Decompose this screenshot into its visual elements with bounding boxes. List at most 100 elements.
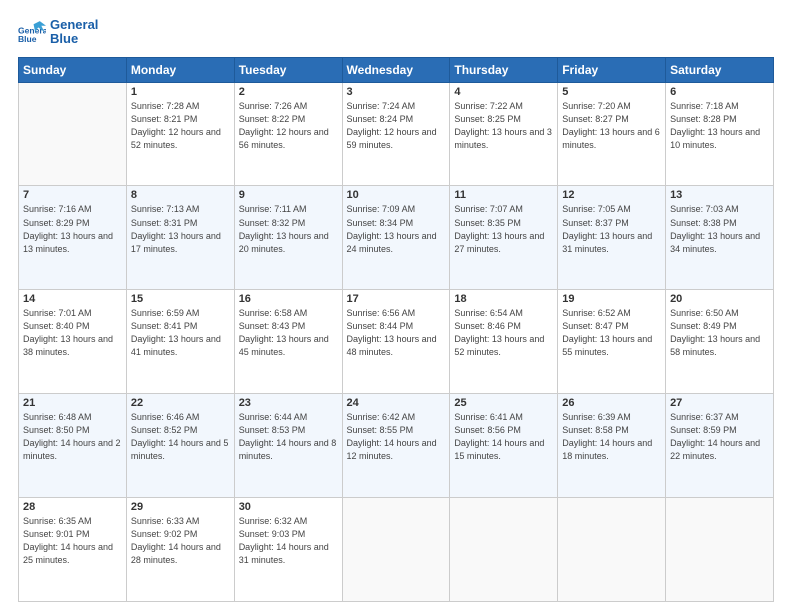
- day-number: 15: [131, 293, 230, 305]
- calendar-cell: 29Sunrise: 6:33 AMSunset: 9:02 PMDayligh…: [126, 498, 234, 602]
- col-header-thursday: Thursday: [450, 57, 558, 82]
- day-number: 7: [23, 189, 122, 201]
- day-info: Sunrise: 7:28 AMSunset: 8:21 PMDaylight:…: [131, 100, 230, 152]
- day-info: Sunrise: 7:07 AMSunset: 8:35 PMDaylight:…: [454, 203, 553, 255]
- day-info: Sunrise: 6:39 AMSunset: 8:58 PMDaylight:…: [562, 411, 661, 463]
- day-info: Sunrise: 7:01 AMSunset: 8:40 PMDaylight:…: [23, 307, 122, 359]
- calendar-cell: 16 Sunrise: 6:58 AMSunset: 8:43 PMDayligh…: [234, 290, 342, 394]
- day-info: Sunrise: 7:20 AMSunset: 8:27 PMDaylight:…: [562, 100, 661, 152]
- header: General Blue General Blue: [18, 18, 774, 47]
- day-info: Sunrise: 6:54 AMSunset: 8:46 PMDaylight:…: [454, 307, 553, 359]
- day-number: 2: [239, 86, 338, 98]
- calendar-cell: 17Sunrise: 6:56 AMSunset: 8:44 PMDayligh…: [342, 290, 450, 394]
- calendar-cell: 15 Sunrise: 6:59 AMSunset: 8:41 PMDayligh…: [126, 290, 234, 394]
- day-info: Sunrise: 7:13 AMSunset: 8:31 PMDaylight:…: [131, 203, 230, 255]
- day-number: 9: [239, 189, 338, 201]
- day-number: 16: [239, 293, 338, 305]
- day-info: Sunrise: 7:16 AMSunset: 8:29 PMDaylight:…: [23, 203, 122, 255]
- day-info: Sunrise: 7:09 AMSunset: 8:34 PMDaylight:…: [347, 203, 446, 255]
- calendar-cell: [666, 498, 774, 602]
- day-number: 13: [670, 189, 769, 201]
- day-number: 18: [454, 293, 553, 305]
- calendar-cell: 14Sunrise: 7:01 AMSunset: 8:40 PMDayligh…: [19, 290, 127, 394]
- logo-icon: General Blue: [18, 18, 46, 46]
- day-number: 20: [670, 293, 769, 305]
- svg-text:Blue: Blue: [18, 34, 37, 44]
- day-info: Sunrise: 6:58 AMSunset: 8:43 PMDaylight:…: [239, 307, 338, 359]
- day-number: 8: [131, 189, 230, 201]
- day-info: Sunrise: 6:50 AMSunset: 8:49 PMDaylight:…: [670, 307, 769, 359]
- day-info: Sunrise: 7:03 AMSunset: 8:38 PMDaylight:…: [670, 203, 769, 255]
- calendar-cell: 12 Sunrise: 7:05 AMSunset: 8:37 PMDayligh…: [558, 186, 666, 290]
- day-info: Sunrise: 7:05 AMSunset: 8:37 PMDaylight:…: [562, 203, 661, 255]
- calendar-cell: 5 Sunrise: 7:20 AMSunset: 8:27 PMDaylight…: [558, 82, 666, 186]
- day-number: 17: [347, 293, 446, 305]
- day-info: Sunrise: 6:46 AMSunset: 8:52 PMDaylight:…: [131, 411, 230, 463]
- calendar-cell: 3 Sunrise: 7:24 AMSunset: 8:24 PMDaylight…: [342, 82, 450, 186]
- calendar-week-5: 28 Sunrise: 6:35 AMSunset: 9:01 PMDayligh…: [19, 498, 774, 602]
- day-number: 27: [670, 397, 769, 409]
- calendar-cell: 19 Sunrise: 6:52 AMSunset: 8:47 PMDayligh…: [558, 290, 666, 394]
- logo-blue: Blue: [50, 32, 98, 46]
- day-number: 3: [347, 86, 446, 98]
- calendar-cell: 4 Sunrise: 7:22 AMSunset: 8:25 PMDaylight…: [450, 82, 558, 186]
- day-number: 28: [23, 501, 122, 513]
- day-info: Sunrise: 7:24 AMSunset: 8:24 PMDaylight:…: [347, 100, 446, 152]
- calendar-cell: 11Sunrise: 7:07 AMSunset: 8:35 PMDayligh…: [450, 186, 558, 290]
- calendar-table: SundayMondayTuesdayWednesdayThursdayFrid…: [18, 57, 774, 602]
- calendar-week-3: 14Sunrise: 7:01 AMSunset: 8:40 PMDayligh…: [19, 290, 774, 394]
- col-header-friday: Friday: [558, 57, 666, 82]
- calendar-week-4: 21 Sunrise: 6:48 AMSunset: 8:50 PMDayligh…: [19, 394, 774, 498]
- calendar-cell: [558, 498, 666, 602]
- calendar-cell: 23 Sunrise: 6:44 AMSunset: 8:53 PMDayligh…: [234, 394, 342, 498]
- day-number: 22: [131, 397, 230, 409]
- day-info: Sunrise: 7:22 AMSunset: 8:25 PMDaylight:…: [454, 100, 553, 152]
- calendar-week-2: 7 Sunrise: 7:16 AMSunset: 8:29 PMDaylight…: [19, 186, 774, 290]
- day-number: 21: [23, 397, 122, 409]
- day-number: 10: [347, 189, 446, 201]
- logo-general: General: [50, 18, 98, 32]
- day-info: Sunrise: 6:48 AMSunset: 8:50 PMDaylight:…: [23, 411, 122, 463]
- day-info: Sunrise: 7:18 AMSunset: 8:28 PMDaylight:…: [670, 100, 769, 152]
- day-number: 4: [454, 86, 553, 98]
- day-number: 1: [131, 86, 230, 98]
- calendar-cell: 20 Sunrise: 6:50 AMSunset: 8:49 PMDayligh…: [666, 290, 774, 394]
- day-number: 5: [562, 86, 661, 98]
- day-number: 29: [131, 501, 230, 513]
- calendar-header-row: SundayMondayTuesdayWednesdayThursdayFrid…: [19, 57, 774, 82]
- calendar-cell: 27 Sunrise: 6:37 AMSunset: 8:59 PMDayligh…: [666, 394, 774, 498]
- day-number: 30: [239, 501, 338, 513]
- day-number: 23: [239, 397, 338, 409]
- day-number: 26: [562, 397, 661, 409]
- calendar-cell: 7 Sunrise: 7:16 AMSunset: 8:29 PMDaylight…: [19, 186, 127, 290]
- day-info: Sunrise: 6:32 AMSunset: 9:03 PMDaylight:…: [239, 515, 338, 567]
- logo: General Blue General Blue: [18, 18, 98, 47]
- day-number: 19: [562, 293, 661, 305]
- calendar-cell: 13 Sunrise: 7:03 AMSunset: 8:38 PMDayligh…: [666, 186, 774, 290]
- day-info: Sunrise: 6:37 AMSunset: 8:59 PMDaylight:…: [670, 411, 769, 463]
- day-info: Sunrise: 6:52 AMSunset: 8:47 PMDaylight:…: [562, 307, 661, 359]
- calendar-cell: 28 Sunrise: 6:35 AMSunset: 9:01 PMDayligh…: [19, 498, 127, 602]
- day-number: 24: [347, 397, 446, 409]
- col-header-wednesday: Wednesday: [342, 57, 450, 82]
- calendar-cell: 30 Sunrise: 6:32 AMSunset: 9:03 PMDayligh…: [234, 498, 342, 602]
- day-info: Sunrise: 7:26 AMSunset: 8:22 PMDaylight:…: [239, 100, 338, 152]
- calendar-cell: 22 Sunrise: 6:46 AMSunset: 8:52 PMDayligh…: [126, 394, 234, 498]
- calendar-cell: 1 Sunrise: 7:28 AMSunset: 8:21 PMDaylight…: [126, 82, 234, 186]
- day-info: Sunrise: 6:35 AMSunset: 9:01 PMDaylight:…: [23, 515, 122, 567]
- col-header-monday: Monday: [126, 57, 234, 82]
- calendar-cell: 25Sunrise: 6:41 AMSunset: 8:56 PMDayligh…: [450, 394, 558, 498]
- day-number: 6: [670, 86, 769, 98]
- calendar-cell: 26 Sunrise: 6:39 AMSunset: 8:58 PMDayligh…: [558, 394, 666, 498]
- calendar-week-1: 1 Sunrise: 7:28 AMSunset: 8:21 PMDaylight…: [19, 82, 774, 186]
- calendar-cell: [342, 498, 450, 602]
- calendar-cell: 18 Sunrise: 6:54 AMSunset: 8:46 PMDayligh…: [450, 290, 558, 394]
- calendar-cell: 21 Sunrise: 6:48 AMSunset: 8:50 PMDayligh…: [19, 394, 127, 498]
- day-info: Sunrise: 6:41 AMSunset: 8:56 PMDaylight:…: [454, 411, 553, 463]
- day-number: 12: [562, 189, 661, 201]
- day-info: Sunrise: 6:44 AMSunset: 8:53 PMDaylight:…: [239, 411, 338, 463]
- day-info: Sunrise: 6:59 AMSunset: 8:41 PMDaylight:…: [131, 307, 230, 359]
- page: General Blue General Blue SundayMondayTu…: [0, 0, 792, 612]
- calendar-cell: [450, 498, 558, 602]
- calendar-cell: [19, 82, 127, 186]
